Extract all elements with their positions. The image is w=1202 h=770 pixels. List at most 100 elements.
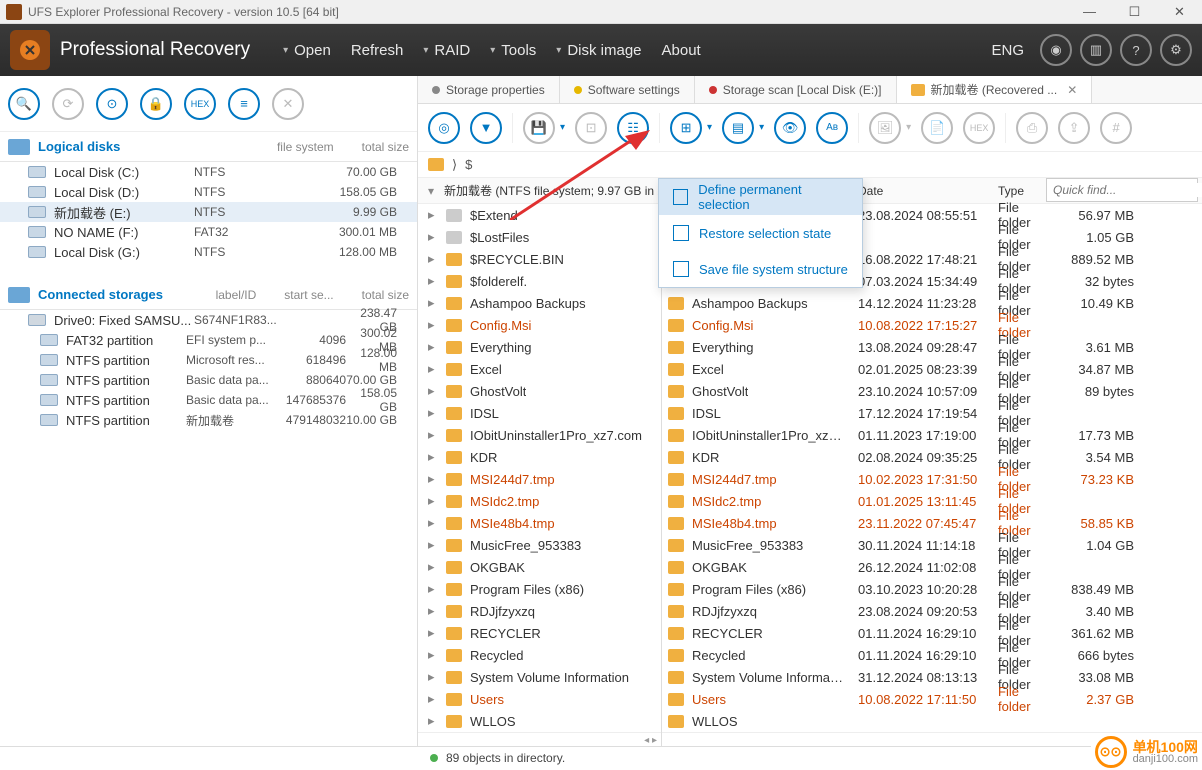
news-icon[interactable]: ◉ xyxy=(1040,34,1072,66)
file-row[interactable]: Users10.08.2022 17:11:50File folder2.37 … xyxy=(662,688,1202,710)
menu-tools[interactable]: ▾Tools xyxy=(482,36,544,65)
panels-icon[interactable]: ▥ xyxy=(1080,34,1112,66)
file-row[interactable]: MSIe48b4.tmp23.11.2022 07:45:47File fold… xyxy=(662,512,1202,534)
preview-icon[interactable]: 🖼 xyxy=(869,112,901,144)
file-row[interactable]: Ashampoo Backups14.12.2024 11:23:28File … xyxy=(662,292,1202,314)
tree-folder-row[interactable]: ▸MSIe48b4.tmp xyxy=(418,512,661,534)
col-date[interactable]: Date xyxy=(852,184,992,198)
file-row[interactable]: IDSL17.12.2024 17:19:54File folder xyxy=(662,402,1202,424)
tree-folder-row[interactable]: ▸RECYCLER xyxy=(418,622,661,644)
file-row[interactable]: System Volume Information31.12.2024 08:1… xyxy=(662,666,1202,688)
tree-folder-row[interactable]: ▸WLLOS xyxy=(418,710,661,732)
tree-folder-row[interactable]: ▸Ashampoo Backups xyxy=(418,292,661,314)
partition-row[interactable]: NTFS partitionMicrosoft res...618496128.… xyxy=(0,350,417,370)
menu-raid[interactable]: ▾RAID xyxy=(415,36,478,65)
filter-icon[interactable]: ▼ xyxy=(470,112,502,144)
logical-disk-row[interactable]: Local Disk (C:)NTFS70.00 GB xyxy=(0,162,417,182)
tree-folder-row[interactable]: ▸RDJjfzyxzq xyxy=(418,600,661,622)
breadcrumb[interactable]: ⟩ $ xyxy=(418,152,1202,178)
tree-folder-row[interactable]: ▸$folderelf. xyxy=(418,270,661,292)
logical-disk-row[interactable]: Local Disk (G:)NTFS128.00 MB xyxy=(0,242,417,262)
quick-find-input[interactable] xyxy=(1047,183,1202,197)
file-row[interactable]: MSIdc2.tmp01.01.2025 13:11:45File folder xyxy=(662,490,1202,512)
export-icon[interactable]: ⇪ xyxy=(1058,112,1090,144)
tab-item[interactable]: Software settings xyxy=(560,76,695,103)
quick-find[interactable]: 🔍 xyxy=(1046,178,1198,202)
file-row[interactable]: KDR02.08.2024 09:35:25File folder3.54 MB xyxy=(662,446,1202,468)
tree-folder-row[interactable]: ▸$RECYCLE.BIN xyxy=(418,248,661,270)
file-row[interactable]: GhostVolt23.10.2024 10:57:09File folder8… xyxy=(662,380,1202,402)
folder-save-icon[interactable]: ⊡ xyxy=(575,112,607,144)
text-case-icon[interactable]: Aʙ xyxy=(816,112,848,144)
tree-folder-row[interactable]: ▸MSI244d7.tmp xyxy=(418,468,661,490)
tree-folder-row[interactable]: ▸GhostVolt xyxy=(418,380,661,402)
list-icon[interactable]: ≡ xyxy=(228,88,260,120)
tree-folder-row[interactable]: ▸System Volume Information xyxy=(418,666,661,688)
binoculars-icon[interactable]: 👁 xyxy=(774,112,806,144)
tree-folder-row[interactable]: ▸IObitUninstaller1Pro_xz7.com xyxy=(418,424,661,446)
page-icon[interactable]: 📄 xyxy=(921,112,953,144)
file-row[interactable]: WLLOS xyxy=(662,710,1202,732)
menu-refresh[interactable]: Refresh xyxy=(343,36,412,65)
tree-folder-row[interactable]: ▸KDR xyxy=(418,446,661,468)
file-row[interactable]: RDJjfzyxzq23.08.2024 09:20:53File folder… xyxy=(662,600,1202,622)
menu-restore-selection[interactable]: Restore selection state xyxy=(659,215,862,251)
menu-open[interactable]: ▾Open xyxy=(275,36,339,65)
tab-close-icon[interactable]: ✕ xyxy=(1067,83,1077,97)
menu-define-selection[interactable]: Define permanent selection xyxy=(659,179,862,215)
settings-gear-icon[interactable]: ⚙ xyxy=(1160,34,1192,66)
view-grid-icon[interactable]: ⊞ xyxy=(670,112,702,144)
menu-about[interactable]: About xyxy=(654,36,709,65)
open-disk-icon[interactable]: ⊙ xyxy=(96,88,128,120)
rescan-icon[interactable]: ⟳ xyxy=(52,88,84,120)
file-row[interactable]: Program Files (x86)03.10.2023 10:20:28Fi… xyxy=(662,578,1202,600)
tree-folder-row[interactable]: ▸IDSL xyxy=(418,402,661,424)
tab-item[interactable]: Storage scan [Local Disk (E:)] xyxy=(695,76,897,103)
tab-item[interactable]: Storage properties xyxy=(418,76,560,103)
file-row[interactable]: Config.Msi10.08.2022 17:15:27File folder xyxy=(662,314,1202,336)
hash-icon[interactable]: # xyxy=(1100,112,1132,144)
selection-icon[interactable]: ☷ xyxy=(617,112,649,144)
tree-folder-row[interactable]: ▸MusicFree_953383 xyxy=(418,534,661,556)
hex-icon[interactable]: HEX xyxy=(184,88,216,120)
menu-disk-image[interactable]: ▾Disk image xyxy=(548,36,649,65)
tab-item[interactable]: 新加载卷 (Recovered ...✕ xyxy=(897,76,1093,103)
minimize-button[interactable]: — xyxy=(1067,0,1112,24)
tree-folder-row[interactable]: ▸Everything xyxy=(418,336,661,358)
logical-disk-row[interactable]: 新加载卷 (E:)NTFS9.99 GB xyxy=(0,202,417,222)
file-row[interactable]: IObitUninstaller1Pro_xz7....01.11.2023 1… xyxy=(662,424,1202,446)
menu-save-structure[interactable]: Save file system structure xyxy=(659,251,862,287)
tree-folder-row[interactable]: ▸Excel xyxy=(418,358,661,380)
tree-folder-row[interactable]: ▸OKGBAK xyxy=(418,556,661,578)
tree-folder-row[interactable]: ▸Program Files (x86) xyxy=(418,578,661,600)
logical-disk-row[interactable]: NO NAME (F:)FAT32300.01 MB xyxy=(0,222,417,242)
language-selector[interactable]: ENG xyxy=(991,42,1024,59)
logical-disk-row[interactable]: Local Disk (D:)NTFS158.05 GB xyxy=(0,182,417,202)
tree-folder-row[interactable]: ▸$LostFiles xyxy=(418,226,661,248)
file-row[interactable]: OKGBAK26.12.2024 11:02:08File folder xyxy=(662,556,1202,578)
partition-row[interactable]: NTFS partitionBasic data pa...1476853761… xyxy=(0,390,417,410)
file-row[interactable]: Everything13.08.2024 09:28:47File folder… xyxy=(662,336,1202,358)
tree-folder-row[interactable]: ▸Config.Msi xyxy=(418,314,661,336)
remove-icon[interactable]: ✕ xyxy=(272,88,304,120)
file-row[interactable]: MusicFree_95338330.11.2024 11:14:18File … xyxy=(662,534,1202,556)
file-row[interactable]: Recycled01.11.2024 16:29:10File folder66… xyxy=(662,644,1202,666)
file-row[interactable]: RECYCLER01.11.2024 16:29:10File folder36… xyxy=(662,622,1202,644)
search-icon[interactable]: 🔍 xyxy=(8,88,40,120)
view-list-icon[interactable]: ▤ xyxy=(722,112,754,144)
lock-icon[interactable]: 🔒 xyxy=(140,88,172,120)
maximize-button[interactable]: ☐ xyxy=(1112,0,1157,24)
hex2-icon[interactable]: HEX xyxy=(963,112,995,144)
file-row[interactable]: Excel02.01.2025 08:23:39File folder34.87… xyxy=(662,358,1202,380)
help-icon[interactable]: ? xyxy=(1120,34,1152,66)
save-icon[interactable]: 💾 xyxy=(523,112,555,144)
tree-folder-row[interactable]: ▸Recycled xyxy=(418,644,661,666)
close-button[interactable]: ✕ xyxy=(1157,0,1202,24)
partition-row[interactable]: NTFS partition新加载卷47914803210.00 GB xyxy=(0,410,417,430)
target-icon[interactable]: ◎ xyxy=(428,112,460,144)
tree-folder-row[interactable]: ▸Users xyxy=(418,688,661,710)
print-icon[interactable]: ⎙ xyxy=(1016,112,1048,144)
tree-folder-row[interactable]: ▸$Extend xyxy=(418,204,661,226)
tree-folder-row[interactable]: ▸MSIdc2.tmp xyxy=(418,490,661,512)
file-row[interactable]: MSI244d7.tmp10.02.2023 17:31:50File fold… xyxy=(662,468,1202,490)
